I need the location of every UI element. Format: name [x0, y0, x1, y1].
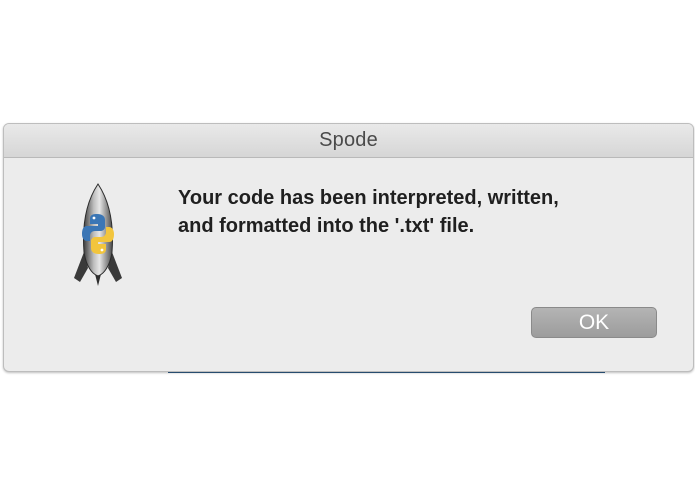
message-line-2: and formatted into the '.txt' file.: [178, 215, 475, 237]
ok-button[interactable]: OK: [531, 307, 657, 338]
title-bar[interactable]: Spode: [4, 124, 693, 158]
alert-message: Your code has been interpreted, written,…: [178, 184, 658, 240]
alert-dialog: Spode Your code has been interpreted, wr…: [3, 123, 694, 372]
ok-button-label: OK: [578, 310, 610, 334]
rocket-python-app-icon: [74, 183, 122, 286]
window-title: Spode: [319, 129, 378, 151]
message-line-1: Your code has been interpreted, written,: [178, 187, 559, 209]
